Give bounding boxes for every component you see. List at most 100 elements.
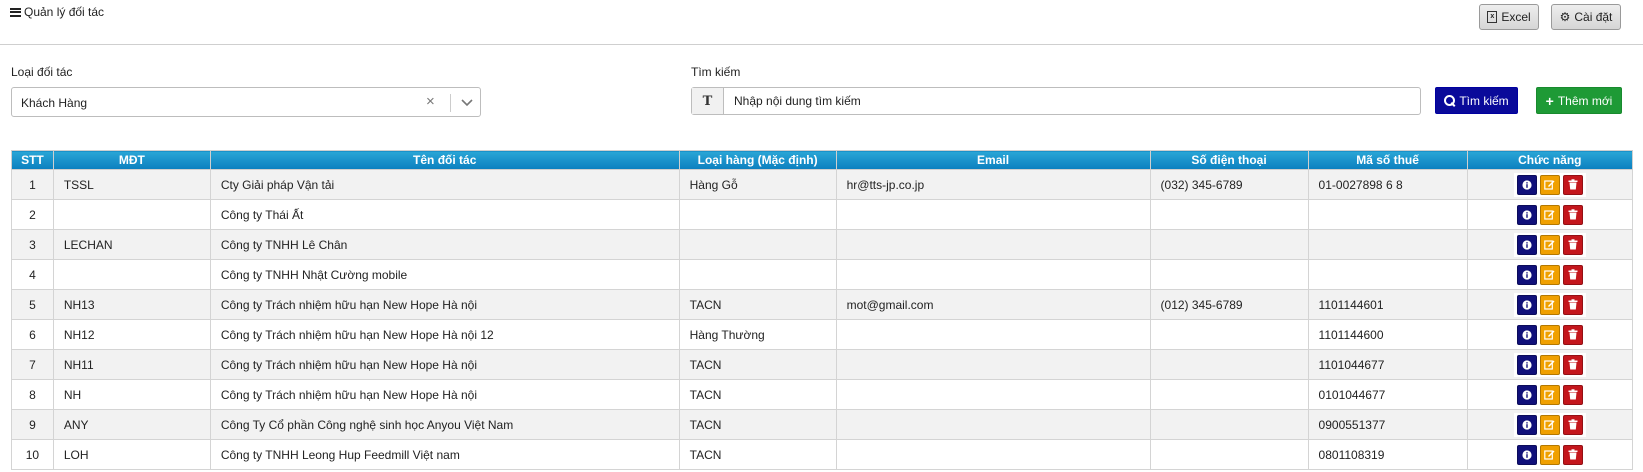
view-detail-button[interactable]	[1516, 354, 1537, 375]
trash-icon	[1568, 389, 1578, 400]
cell-stt: 2	[11, 199, 54, 230]
table-row[interactable]: 2 Công ty Thái Ất	[11, 199, 1634, 230]
view-detail-button[interactable]	[1516, 414, 1537, 435]
column-header-name[interactable]: Tên đối tác	[209, 150, 680, 170]
column-header-phone[interactable]: Số điện thoại	[1149, 150, 1309, 170]
table-row[interactable]: 3 LECHAN Công ty TNHH Lê Chân	[11, 229, 1634, 260]
select-divider	[450, 94, 451, 112]
delete-button[interactable]	[1562, 294, 1583, 315]
clear-selection-icon[interactable]: ×	[426, 93, 435, 111]
cell-partner-name: Công ty Thái Ất	[209, 199, 680, 230]
cell-email	[835, 259, 1151, 290]
trash-icon	[1568, 329, 1578, 340]
table-row[interactable]: 1 TSSL Cty Giải pháp Vận tải Hàng Gỗ hr@tts-…	[11, 169, 1634, 200]
delete-button[interactable]	[1562, 444, 1583, 465]
table-row[interactable]: 5 NH13 Công ty Trách nhiệm hữu hạn New Hop…	[11, 289, 1634, 320]
cell-stt: 5	[11, 289, 54, 320]
settings-button[interactable]: ⚙ Cài đặt	[1551, 4, 1621, 30]
top-bar: Quản lý đối tác x Excel ⚙ Cài đặt	[0, 0, 1643, 45]
cell-partner-name: Công ty Trách nhiệm hữu hạn New Hope Hà …	[209, 349, 680, 380]
cell-tax-code: 0900551377	[1307, 409, 1468, 440]
view-detail-button[interactable]	[1516, 324, 1537, 345]
delete-button[interactable]	[1562, 174, 1583, 195]
table-row[interactable]: 9 ANY Công Ty Cổ phần Công nghệ sinh học A…	[11, 409, 1634, 440]
cell-actions	[1466, 319, 1634, 350]
edit-button[interactable]	[1539, 414, 1560, 435]
table-row[interactable]: 4 Công ty TNHH Nhật Cường mobile	[11, 259, 1634, 290]
view-detail-button[interactable]	[1516, 204, 1537, 225]
column-header-code[interactable]: MĐT	[52, 150, 211, 170]
cell-phone	[1149, 319, 1309, 350]
cell-goods-type	[678, 199, 837, 230]
delete-button[interactable]	[1562, 354, 1583, 375]
view-detail-button[interactable]	[1516, 384, 1537, 405]
search-input-group: T	[691, 87, 1421, 115]
table-row[interactable]: 10 LOH Công ty TNHH Leong Hup Feedmill Việ…	[11, 439, 1634, 470]
delete-button[interactable]	[1562, 264, 1583, 285]
edit-button[interactable]	[1539, 324, 1560, 345]
cell-stt: 8	[11, 379, 54, 410]
cell-goods-type: TACN	[678, 379, 837, 410]
partner-type-select[interactable]: Khách Hàng ×	[11, 87, 481, 117]
info-icon	[1522, 269, 1532, 280]
search-label: Tìm kiếm	[691, 65, 741, 79]
cell-tax-code: 1101144601	[1307, 289, 1468, 320]
delete-button[interactable]	[1562, 384, 1583, 405]
excel-file-icon: x	[1487, 11, 1498, 23]
trash-icon	[1568, 239, 1578, 250]
cell-tax-code	[1307, 199, 1468, 230]
view-detail-button[interactable]	[1516, 234, 1537, 255]
delete-button[interactable]	[1562, 234, 1583, 255]
search-icon	[1444, 95, 1456, 106]
excel-export-button[interactable]: x Excel	[1479, 4, 1539, 30]
search-button[interactable]: Tìm kiếm	[1435, 87, 1518, 114]
edit-button[interactable]	[1539, 264, 1560, 285]
view-detail-button[interactable]	[1516, 294, 1537, 315]
edit-button[interactable]	[1539, 384, 1560, 405]
cell-email	[835, 349, 1151, 380]
cell-stt: 6	[11, 319, 54, 350]
cell-partner-code: TSSL	[52, 169, 211, 200]
table-row[interactable]: 6 NH12 Công ty Trách nhiệm hữu hạn New Hop…	[11, 319, 1634, 350]
info-icon	[1522, 359, 1532, 370]
cell-stt: 3	[11, 229, 54, 260]
cell-goods-type: Hàng Gỗ	[678, 169, 837, 200]
edit-button[interactable]	[1539, 294, 1560, 315]
edit-button[interactable]	[1539, 204, 1560, 225]
menu-icon[interactable]	[10, 7, 21, 17]
column-header-stt[interactable]: STT	[11, 150, 54, 170]
trash-icon	[1568, 269, 1578, 280]
cell-tax-code: 1101144600	[1307, 319, 1468, 350]
info-icon	[1522, 449, 1532, 460]
column-header-email[interactable]: Email	[835, 150, 1151, 170]
text-format-icon: T	[692, 88, 724, 114]
view-detail-button[interactable]	[1516, 444, 1537, 465]
edit-button[interactable]	[1539, 354, 1560, 375]
edit-button[interactable]	[1539, 174, 1560, 195]
cell-actions	[1466, 259, 1634, 290]
view-detail-button[interactable]	[1516, 174, 1537, 195]
add-new-button[interactable]: + Thêm mới	[1536, 87, 1622, 114]
view-detail-button[interactable]	[1516, 264, 1537, 285]
delete-button[interactable]	[1562, 204, 1583, 225]
edit-button[interactable]	[1539, 234, 1560, 255]
action-buttons	[1513, 382, 1586, 407]
cell-partner-code: LOH	[52, 439, 211, 470]
table-row[interactable]: 8 NH Công ty Trách nhiệm hữu hạn New Hope …	[11, 379, 1634, 410]
edit-button[interactable]	[1539, 444, 1560, 465]
action-buttons	[1513, 232, 1586, 257]
action-buttons	[1513, 292, 1586, 317]
page-title: Quản lý đối tác	[10, 5, 104, 19]
table-row[interactable]: 7 NH11 Công ty Trách nhiệm hữu hạn New Hop…	[11, 349, 1634, 380]
info-icon	[1522, 239, 1532, 250]
delete-button[interactable]	[1562, 414, 1583, 435]
search-input[interactable]	[725, 88, 1419, 114]
cell-stt: 10	[11, 439, 54, 470]
delete-button[interactable]	[1562, 324, 1583, 345]
column-header-tax-code[interactable]: Mã số thuế	[1307, 150, 1468, 170]
column-header-goods-type[interactable]: Loại hàng (Mặc định)	[678, 150, 837, 170]
cell-email: hr@tts-jp.co.jp	[835, 169, 1151, 200]
info-icon	[1522, 179, 1532, 190]
edit-icon	[1544, 209, 1555, 220]
chevron-down-icon[interactable]	[460, 95, 474, 109]
